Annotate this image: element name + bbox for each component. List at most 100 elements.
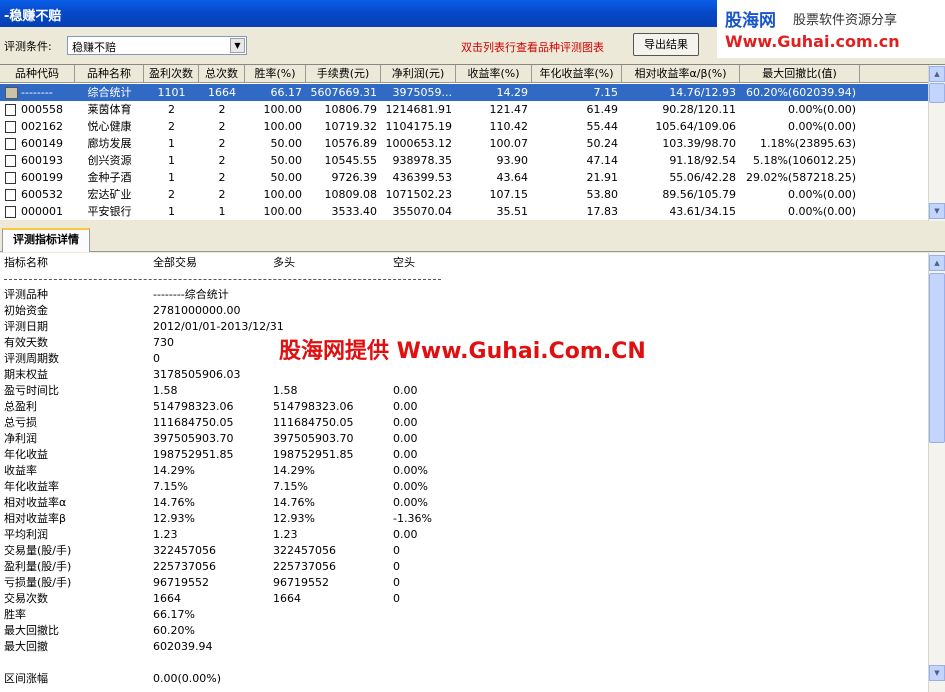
table-cell: 103.39/98.70: [662, 137, 736, 150]
detail-cell: 年化收益: [4, 448, 48, 461]
table-cell: 1071502.23: [385, 188, 452, 201]
detail-cell: 14.76%: [153, 496, 195, 509]
detail-row: 评测品种 --------综合统计: [0, 287, 928, 303]
column-header[interactable]: 手续费(元): [306, 65, 381, 83]
column-header[interactable]: 总次数: [199, 65, 245, 83]
detail-cell: 期末权益: [4, 368, 48, 381]
detail-cell: 0: [393, 544, 400, 557]
table-cell: 60.20%(602039.94): [745, 86, 856, 99]
detail-row: 区间涨幅 0.00(0.00%): [0, 671, 928, 687]
table-row[interactable]: 600193 创兴资源 1 2 50.00 10545.55 938978.35 93.90 4…: [0, 152, 928, 169]
export-button[interactable]: 导出结果: [633, 33, 699, 56]
table-cell: 100.00: [263, 188, 303, 201]
detail-cell: 322457056: [273, 544, 336, 557]
column-header[interactable]: 年化收益率(%): [532, 65, 622, 83]
table-header: 品种代码 品种名称 盈利次数 总次数 胜率(%) 手续费(元) 净利润(元) 收益率(%) 年化…: [0, 65, 928, 83]
table-cell: 10806.79: [324, 103, 378, 116]
table-cell: 91.18/92.54: [669, 154, 736, 167]
detail-cell: 3178505906.03: [153, 368, 241, 381]
table-row[interactable]: 000558 莱茵体育 2 2 100.00 10806.79 1214681.91 121.…: [0, 101, 928, 118]
scroll-down-icon[interactable]: ▼: [929, 665, 945, 681]
column-header[interactable]: 收益率(%): [456, 65, 532, 83]
table-cell: 50.00: [270, 154, 303, 167]
detail-cell: 1.23: [273, 528, 298, 541]
detail-cell: 相对收益率β: [4, 512, 67, 525]
detail-cell: 年化收益率: [4, 480, 59, 493]
document-icon: [5, 138, 16, 150]
table-row[interactable]: 002162 悦心健康 2 2 100.00 10719.32 1104175.19 110.…: [0, 118, 928, 135]
results-table: 品种代码 品种名称 盈利次数 总次数 胜率(%) 手续费(元) 净利润(元) 收益率(%) 年化…: [0, 64, 945, 221]
column-header[interactable]: 净利润(元): [381, 65, 456, 83]
table-cell: 002162: [21, 120, 63, 133]
detail-row: [0, 655, 928, 671]
condition-value: 稳赚不赔: [72, 41, 116, 54]
detail-scrollbar[interactable]: ▲ ▼: [928, 253, 945, 692]
detail-cell: 14.29%: [153, 464, 195, 477]
column-header[interactable]: 相对收益率α/β(%): [622, 65, 740, 83]
detail-cell: 交易次数: [4, 592, 48, 605]
table-cell: 1: [218, 205, 226, 218]
detail-cell: 0.00: [393, 400, 418, 413]
detail-cell: 7.15%: [273, 480, 308, 493]
table-cell: 47.14: [586, 154, 619, 167]
detail-cell: 0.00: [393, 384, 418, 397]
table-cell: 66.17: [270, 86, 303, 99]
detail-cell: 0: [393, 592, 400, 605]
detail-cell: 7.15%: [153, 480, 188, 493]
table-cell: 宏达矿业: [87, 188, 132, 201]
detail-cell: 14.29%: [273, 464, 315, 477]
detail-cell: 12.93%: [153, 512, 195, 525]
scroll-thumb[interactable]: [929, 273, 945, 443]
column-header[interactable]: 最大回撤比(值): [740, 65, 860, 83]
table-cell: 105.64/109.06: [655, 120, 736, 133]
table-cell: --------: [21, 86, 53, 99]
table-cell: 1: [168, 137, 175, 150]
detail-cell: --------综合统计: [153, 288, 229, 301]
table-cell: 100.00: [263, 205, 303, 218]
table-cell: 89.56/105.79: [662, 188, 736, 201]
table-cell: 600199: [21, 171, 63, 184]
document-icon: [5, 104, 16, 116]
table-cell: 93.90: [496, 154, 529, 167]
table-cell: 100.00: [263, 103, 303, 116]
scroll-down-icon[interactable]: ▼: [929, 203, 945, 219]
scroll-thumb[interactable]: [929, 83, 945, 103]
table-cell: 2: [218, 137, 226, 150]
detail-cell: 1664: [153, 592, 181, 605]
scroll-up-icon[interactable]: ▲: [929, 255, 945, 271]
toolbar: 评测条件: 稳赚不赔 ▼ 双击列表行查看品种评测图表 导出结果: [0, 27, 945, 63]
detail-cell: 1.58: [153, 384, 178, 397]
tab-metrics-detail[interactable]: 评测指标详情: [2, 228, 90, 252]
detail-cell: 评测品种: [4, 288, 48, 301]
table-row[interactable]: 000001 平安银行 1 1 100.00 3533.40 355070.04 35.51 1…: [0, 203, 928, 220]
condition-select[interactable]: 稳赚不赔 ▼: [67, 36, 247, 55]
column-header[interactable]: 品种名称: [75, 65, 144, 83]
detail-cell: 最大回撤比: [4, 624, 59, 637]
detail-cell: 0.00%: [393, 496, 428, 509]
table-scrollbar[interactable]: ▲ ▼: [928, 65, 945, 221]
table-cell: 55.06/42.28: [669, 171, 736, 184]
column-header[interactable]: 胜率(%): [245, 65, 306, 83]
watermark: 股海网提供 Www.Guhai.Com.CN: [279, 339, 646, 364]
detail-cell: 评测日期: [4, 320, 48, 333]
detail-row: 相对收益率α 14.76% 14.76% 0.00%: [0, 495, 928, 511]
brand-tagline: 股票软件资源分享: [793, 13, 898, 28]
detail-row: 收益率 14.29% 14.29% 0.00%: [0, 463, 928, 479]
detail-cell: 602039.94: [153, 640, 213, 653]
table-cell: 2: [218, 154, 226, 167]
detail-cell: 514798323.06: [273, 400, 354, 413]
table-row[interactable]: 600199 金种子酒 1 2 50.00 9726.39 436399.53 43.64 21…: [0, 169, 928, 186]
column-header[interactable]: 盈利次数: [144, 65, 199, 83]
detail-cell: 96719552: [153, 576, 209, 589]
table-row[interactable]: 600532 宏达矿业 2 2 100.00 10809.08 1071502.23 107.…: [0, 186, 928, 203]
table-row[interactable]: 600149 廊坊发展 1 2 50.00 10576.89 1000653.12 100.0…: [0, 135, 928, 152]
table-row[interactable]: -------- 综合统计 1101 1664 66.17 5607669.31 39750…: [0, 84, 928, 101]
table-cell: 2: [218, 188, 226, 201]
detail-cell: 胜率: [4, 608, 26, 621]
detail-cell: 盈亏时间比: [4, 384, 59, 397]
chevron-down-icon[interactable]: ▼: [230, 38, 245, 53]
scroll-up-icon[interactable]: ▲: [929, 66, 945, 82]
detail-row: 最大回撤比 60.20%: [0, 623, 928, 639]
column-header[interactable]: 品种代码: [0, 65, 75, 83]
table-cell: 莱茵体育: [87, 103, 132, 116]
